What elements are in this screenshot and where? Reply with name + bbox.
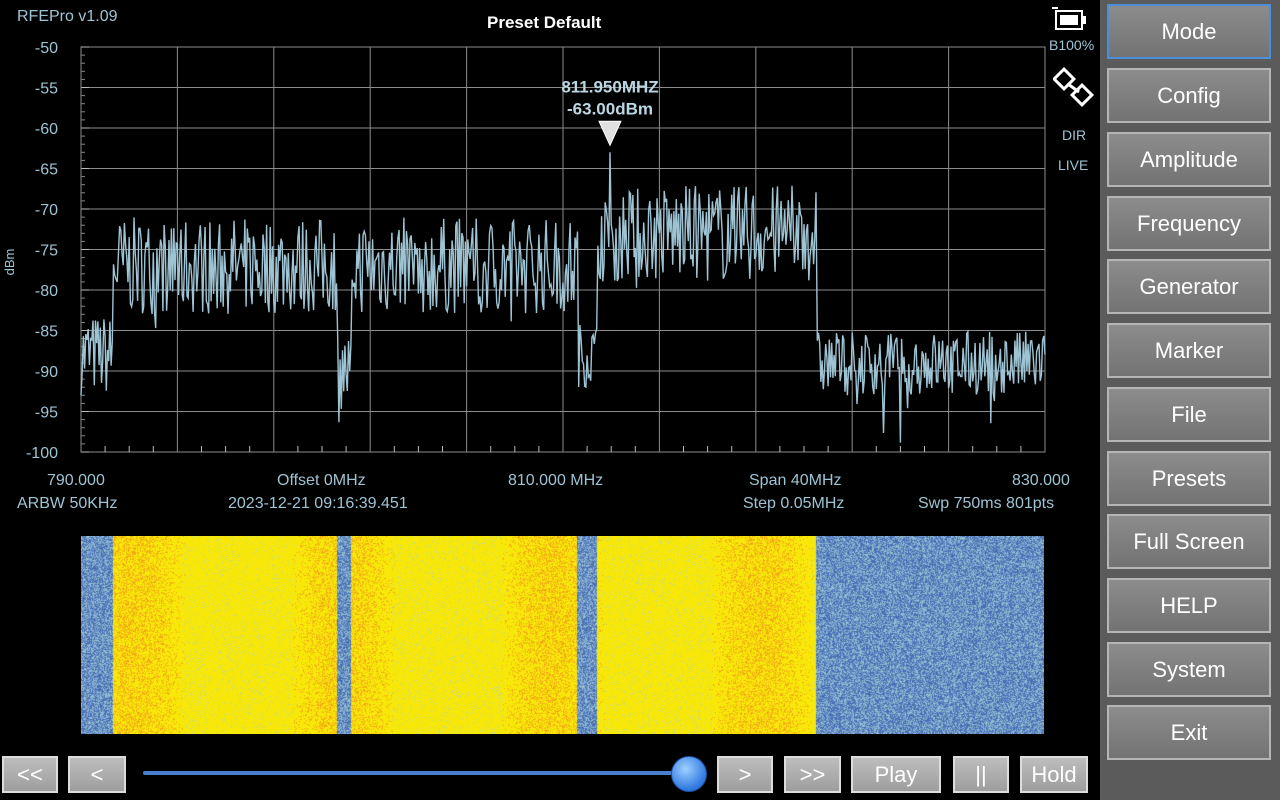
sweep-label: Swp 750ms 801pts xyxy=(918,495,1055,512)
y-tick-label: -80 xyxy=(35,283,58,300)
center-frequency: 810.000 MHz xyxy=(508,472,604,489)
usb-link-icon xyxy=(1051,66,1095,108)
stop-frequency: 830.000 xyxy=(1012,472,1070,489)
y-tick-label: -95 xyxy=(35,405,58,422)
battery-level: B100% xyxy=(1049,37,1095,53)
play-button[interactable]: Play xyxy=(851,756,941,793)
y-tick-label: -50 xyxy=(35,40,58,57)
live-status: LIVE xyxy=(1058,157,1089,173)
marker-level: -63.00dBm xyxy=(567,99,653,118)
y-tick-label: -60 xyxy=(35,121,58,138)
y-tick-label: -55 xyxy=(35,81,58,98)
pause-button[interactable]: || xyxy=(953,756,1009,793)
system-button[interactable]: System xyxy=(1107,642,1271,697)
rbw-label: ARBW 50KHz xyxy=(17,495,118,512)
frequency-button[interactable]: Frequency xyxy=(1107,196,1271,251)
exit-button[interactable]: Exit xyxy=(1107,705,1271,760)
start-frequency: 790.000 xyxy=(47,472,105,489)
hold-button[interactable]: Hold xyxy=(1020,756,1088,793)
dir-status: DIR xyxy=(1062,127,1087,143)
amplitude-button[interactable]: Amplitude xyxy=(1107,132,1271,187)
marker-button[interactable]: Marker xyxy=(1107,323,1271,378)
spectrum-chart: -50 -55 -60 -65 -70 -75 -80 -85 -90 -95 -100 dBm 811… xyxy=(2,40,1046,462)
last-button[interactable]: >> xyxy=(784,756,841,793)
timestamp: 2023-12-21 09:16:39.451 xyxy=(228,495,408,512)
presets-button[interactable]: Presets xyxy=(1107,451,1271,506)
waterfall-display xyxy=(81,536,1044,734)
step-label: Step 0.05MHz xyxy=(743,495,845,512)
sidebar-menu: Mode Config Amplitude Frequency Generato… xyxy=(1100,0,1280,800)
next-button[interactable]: > xyxy=(717,756,773,793)
battery-icon xyxy=(1052,5,1092,37)
y-tick-label: -100 xyxy=(26,445,58,462)
help-button[interactable]: HELP xyxy=(1107,578,1271,633)
first-button[interactable]: << xyxy=(2,756,58,793)
offset-label: Offset 0MHz xyxy=(277,472,366,489)
y-tick-label: -85 xyxy=(35,324,58,341)
file-button[interactable]: File xyxy=(1107,387,1271,442)
playback-slider-track[interactable] xyxy=(143,771,693,775)
full-screen-button[interactable]: Full Screen xyxy=(1107,514,1271,569)
y-tick-label: -75 xyxy=(35,243,58,260)
marker-triangle xyxy=(598,120,622,147)
marker-frequency: 811.950MHZ xyxy=(561,77,658,96)
y-tick-label: -65 xyxy=(35,162,58,179)
mode-button[interactable]: Mode xyxy=(1107,4,1271,59)
y-tick-label: -90 xyxy=(35,364,58,381)
y-tick-label: -70 xyxy=(35,202,58,219)
generator-button[interactable]: Generator xyxy=(1107,259,1271,314)
config-button[interactable]: Config xyxy=(1107,68,1271,123)
span-label: Span 40MHz xyxy=(749,472,842,489)
playback-slider-handle[interactable] xyxy=(670,756,707,792)
prev-button[interactable]: < xyxy=(68,756,126,793)
y-axis-label: dBm xyxy=(2,249,17,276)
